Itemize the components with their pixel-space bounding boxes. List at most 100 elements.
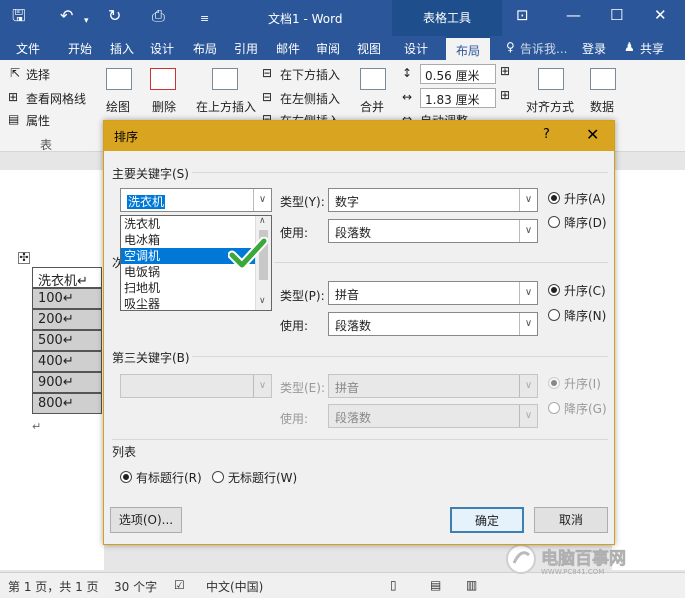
- dropdown-option[interactable]: 吸尘器: [121, 296, 255, 310]
- secondary-desc-radio[interactable]: [548, 309, 560, 321]
- chevron-down-icon[interactable]: ∨: [519, 375, 537, 397]
- tertiary-desc-radio[interactable]: [548, 402, 560, 414]
- language-indicator[interactable]: 中文(中国): [206, 578, 263, 595]
- primary-desc-radio[interactable]: [548, 216, 560, 228]
- minimize-icon[interactable]: —: [566, 6, 581, 24]
- options-button[interactable]: 选项(O)...: [110, 507, 182, 533]
- chevron-down-icon[interactable]: ∨: [519, 189, 537, 211]
- tab-file[interactable]: 文件: [16, 40, 40, 57]
- chevron-down-icon[interactable]: ∨: [253, 189, 271, 211]
- secondary-use-select[interactable]: 段落数 ∨: [328, 312, 538, 336]
- secondary-desc-label[interactable]: 降序(N): [564, 307, 606, 324]
- share-button[interactable]: 共享: [640, 40, 664, 57]
- primary-asc-radio[interactable]: [548, 192, 560, 204]
- login-link[interactable]: 登录: [582, 40, 606, 57]
- tertiary-type-select[interactable]: 拼音 ∨: [328, 374, 538, 398]
- read-mode-icon[interactable]: ▯: [390, 578, 397, 592]
- proofing-icon[interactable]: ☑: [174, 578, 185, 592]
- table-cell[interactable]: 500↵: [32, 330, 102, 351]
- web-layout-icon[interactable]: ▥: [466, 578, 477, 592]
- distribute-cols-icon[interactable]: ⊞: [500, 88, 510, 102]
- redo-icon[interactable]: ↻: [108, 6, 121, 26]
- primary-type-value: 数字: [335, 195, 360, 209]
- select-button[interactable]: 选择: [26, 66, 50, 83]
- print-preview-icon[interactable]: ⎙: [152, 6, 165, 26]
- delete-button[interactable]: 删除: [152, 98, 176, 115]
- distribute-rows-icon[interactable]: ⊞: [500, 64, 510, 78]
- secondary-asc-label[interactable]: 升序(C): [564, 282, 606, 299]
- scroll-up-icon[interactable]: ∧: [259, 216, 266, 226]
- table-cell[interactable]: 200↵: [32, 309, 102, 330]
- tab-table-layout[interactable]: 布局: [446, 36, 491, 60]
- insert-above-icon: [212, 68, 238, 90]
- close-icon[interactable]: ✕: [586, 125, 599, 144]
- customize-toolbar-icon[interactable]: ≡: [200, 9, 209, 29]
- page-count[interactable]: 第 1 页，共 1 页: [8, 578, 99, 595]
- chevron-down-icon[interactable]: ∨: [519, 282, 537, 304]
- without-header-radio[interactable]: [212, 471, 224, 483]
- dropdown-option[interactable]: 洗衣机: [121, 216, 255, 232]
- print-layout-icon[interactable]: ▤: [430, 578, 441, 592]
- chevron-down-icon[interactable]: ∨: [253, 375, 271, 397]
- ribbon-display-icon[interactable]: ⊡: [516, 6, 529, 24]
- tab-layout[interactable]: 布局: [193, 40, 217, 57]
- help-icon[interactable]: ?: [543, 127, 550, 142]
- cancel-button[interactable]: 取消: [534, 507, 608, 533]
- tab-design[interactable]: 设计: [150, 40, 174, 57]
- properties-button[interactable]: 属性: [26, 112, 50, 129]
- tertiary-key-select[interactable]: ∨: [120, 374, 272, 398]
- primary-type-select[interactable]: 数字 ∨: [328, 188, 538, 212]
- dropdown-option[interactable]: 扫地机: [121, 280, 255, 296]
- draw-button[interactable]: 绘图: [106, 98, 130, 115]
- with-header-radio[interactable]: [120, 471, 132, 483]
- chevron-down-icon[interactable]: ∨: [519, 313, 537, 335]
- close-window-icon[interactable]: ✕: [654, 6, 667, 24]
- undo-dropdown-icon[interactable]: ▾: [84, 11, 89, 31]
- tell-me-search[interactable]: 告诉我...: [520, 40, 567, 57]
- document-page-right[interactable]: [612, 170, 685, 570]
- table-cell[interactable]: 100↵: [32, 288, 102, 309]
- ok-button[interactable]: 确定: [450, 507, 524, 533]
- table-cell[interactable]: 800↵: [32, 393, 102, 414]
- dialog-title-bar[interactable]: 排序 ? ✕: [104, 121, 614, 151]
- undo-icon[interactable]: ↶: [60, 6, 73, 26]
- maximize-icon[interactable]: ☐: [610, 6, 623, 24]
- tab-review[interactable]: 审阅: [316, 40, 340, 57]
- chevron-down-icon[interactable]: ∨: [519, 220, 537, 242]
- tab-mailings[interactable]: 邮件: [276, 40, 300, 57]
- without-header-label[interactable]: 无标题行(W): [228, 469, 297, 486]
- table-move-handle-icon[interactable]: ✣: [18, 252, 30, 264]
- table-cell[interactable]: 400↵: [32, 351, 102, 372]
- tab-table-design[interactable]: 设计: [404, 40, 428, 57]
- insert-below-button[interactable]: 在下方插入: [280, 66, 340, 83]
- secondary-asc-radio[interactable]: [548, 284, 560, 296]
- tertiary-asc-radio[interactable]: [548, 377, 560, 389]
- tab-references[interactable]: 引用: [234, 40, 258, 57]
- tertiary-desc-label[interactable]: 降序(G): [564, 400, 607, 417]
- merge-button[interactable]: 合并: [360, 98, 384, 115]
- with-header-label[interactable]: 有标题行(R): [136, 469, 202, 486]
- word-count[interactable]: 30 个字: [114, 578, 157, 595]
- secondary-type-select[interactable]: 拼音 ∨: [328, 281, 538, 305]
- insert-left-button[interactable]: 在左侧插入: [280, 90, 340, 107]
- insert-above-button[interactable]: 在上方插入: [196, 98, 256, 115]
- row-height-input[interactable]: 0.56 厘米: [420, 64, 496, 84]
- primary-use-select[interactable]: 段落数 ∨: [328, 219, 538, 243]
- chevron-down-icon[interactable]: ∨: [519, 405, 537, 427]
- tab-home[interactable]: 开始: [68, 40, 92, 57]
- scroll-down-icon[interactable]: ∨: [259, 296, 266, 306]
- save-icon[interactable]: 🖫: [12, 6, 26, 26]
- table-cell[interactable]: 900↵: [32, 372, 102, 393]
- tertiary-asc-label[interactable]: 升序(I): [564, 375, 601, 392]
- tab-view[interactable]: 视图: [357, 40, 381, 57]
- primary-asc-label[interactable]: 升序(A): [564, 190, 606, 207]
- primary-key-select[interactable]: 洗衣机 ∨: [120, 188, 272, 212]
- alignment-button[interactable]: 对齐方式: [526, 98, 574, 115]
- table-cell-header[interactable]: 洗衣机↵: [32, 267, 102, 289]
- tab-insert[interactable]: 插入: [110, 40, 134, 57]
- primary-desc-label[interactable]: 降序(D): [564, 214, 607, 231]
- data-button[interactable]: 数据: [590, 98, 614, 115]
- col-width-input[interactable]: 1.83 厘米: [420, 88, 496, 108]
- view-gridlines-button[interactable]: 查看网格线: [26, 90, 86, 107]
- tertiary-use-select[interactable]: 段落数 ∨: [328, 404, 538, 428]
